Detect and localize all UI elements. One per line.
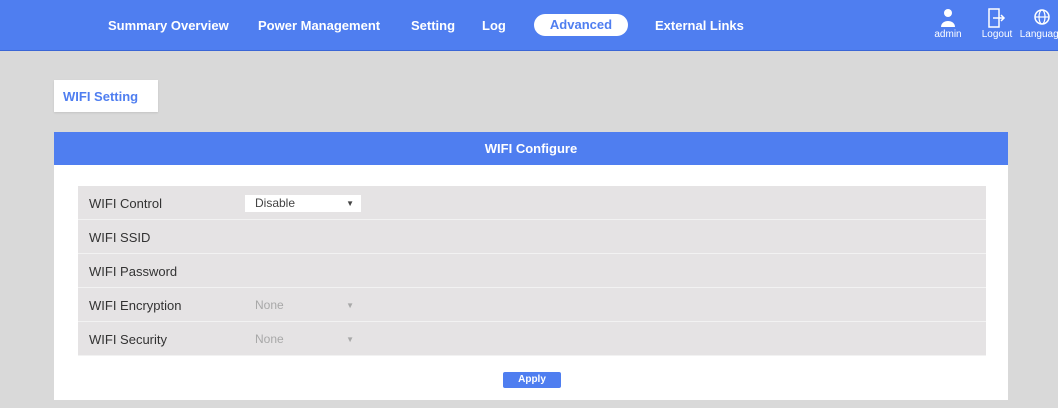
user-label: admin — [934, 29, 962, 40]
logout-icon — [988, 8, 1006, 28]
panel-title: WIFI Configure — [54, 132, 1008, 165]
wifi-encryption-select: None ▼ — [245, 297, 361, 314]
nav-external-links[interactable]: External Links — [655, 18, 744, 33]
wifi-security-value: None — [255, 332, 284, 346]
logout-button[interactable]: Logout — [975, 8, 1019, 40]
top-navigation-bar: Summary Overview Power Management Settin… — [0, 0, 1058, 51]
row-wifi-ssid: WIFI SSID — [78, 220, 986, 254]
nav-power-management[interactable]: Power Management — [258, 18, 380, 33]
wifi-password-label: WIFI Password — [89, 264, 178, 279]
wifi-control-select[interactable]: Disable ▼ — [245, 195, 361, 212]
wifi-security-label: WIFI Security — [89, 332, 168, 347]
wifi-security-select: None ▼ — [245, 331, 361, 348]
apply-button[interactable]: Apply — [503, 372, 561, 388]
globe-icon — [1034, 9, 1050, 25]
row-wifi-encryption: WIFI Encryption None ▼ — [78, 288, 986, 322]
language-button[interactable]: Language — [1016, 8, 1058, 40]
wifi-encryption-label: WIFI Encryption — [89, 298, 182, 313]
dropdown-arrow-icon: ▼ — [346, 335, 354, 344]
nav-setting[interactable]: Setting — [411, 18, 455, 33]
dropdown-arrow-icon: ▼ — [346, 301, 354, 310]
nav-advanced[interactable]: Advanced — [534, 14, 628, 36]
user-menu[interactable]: admin — [928, 8, 968, 40]
row-wifi-password: WIFI Password — [78, 254, 986, 288]
wifi-control-value: Disable — [255, 196, 296, 210]
wifi-encryption-value: None — [255, 298, 284, 312]
section-tab-label: WIFI Setting — [63, 89, 139, 104]
section-tab-wifi-setting[interactable]: WIFI Setting — [54, 80, 158, 112]
wifi-password-field — [245, 263, 361, 280]
nav-log[interactable]: Log — [482, 18, 506, 33]
nav-summary-overview[interactable]: Summary Overview — [108, 18, 229, 33]
wifi-ssid-label: WIFI SSID — [89, 230, 151, 245]
user-icon — [941, 9, 955, 27]
logout-label: Logout — [981, 29, 1013, 40]
row-wifi-control: WIFI Control Disable ▼ — [78, 186, 986, 220]
row-wifi-security: WIFI Security None ▼ — [78, 322, 986, 356]
wifi-ssid-field — [245, 229, 361, 246]
wifi-form: WIFI Control Disable ▼ WIFI SSID WIFI Pa… — [78, 186, 986, 356]
language-label: Language — [1019, 29, 1058, 40]
dropdown-arrow-icon: ▼ — [346, 199, 354, 208]
wifi-configure-panel: WIFI Configure WIFI Control Disable ▼ WI… — [54, 132, 1008, 400]
wifi-control-label: WIFI Control — [89, 196, 162, 211]
